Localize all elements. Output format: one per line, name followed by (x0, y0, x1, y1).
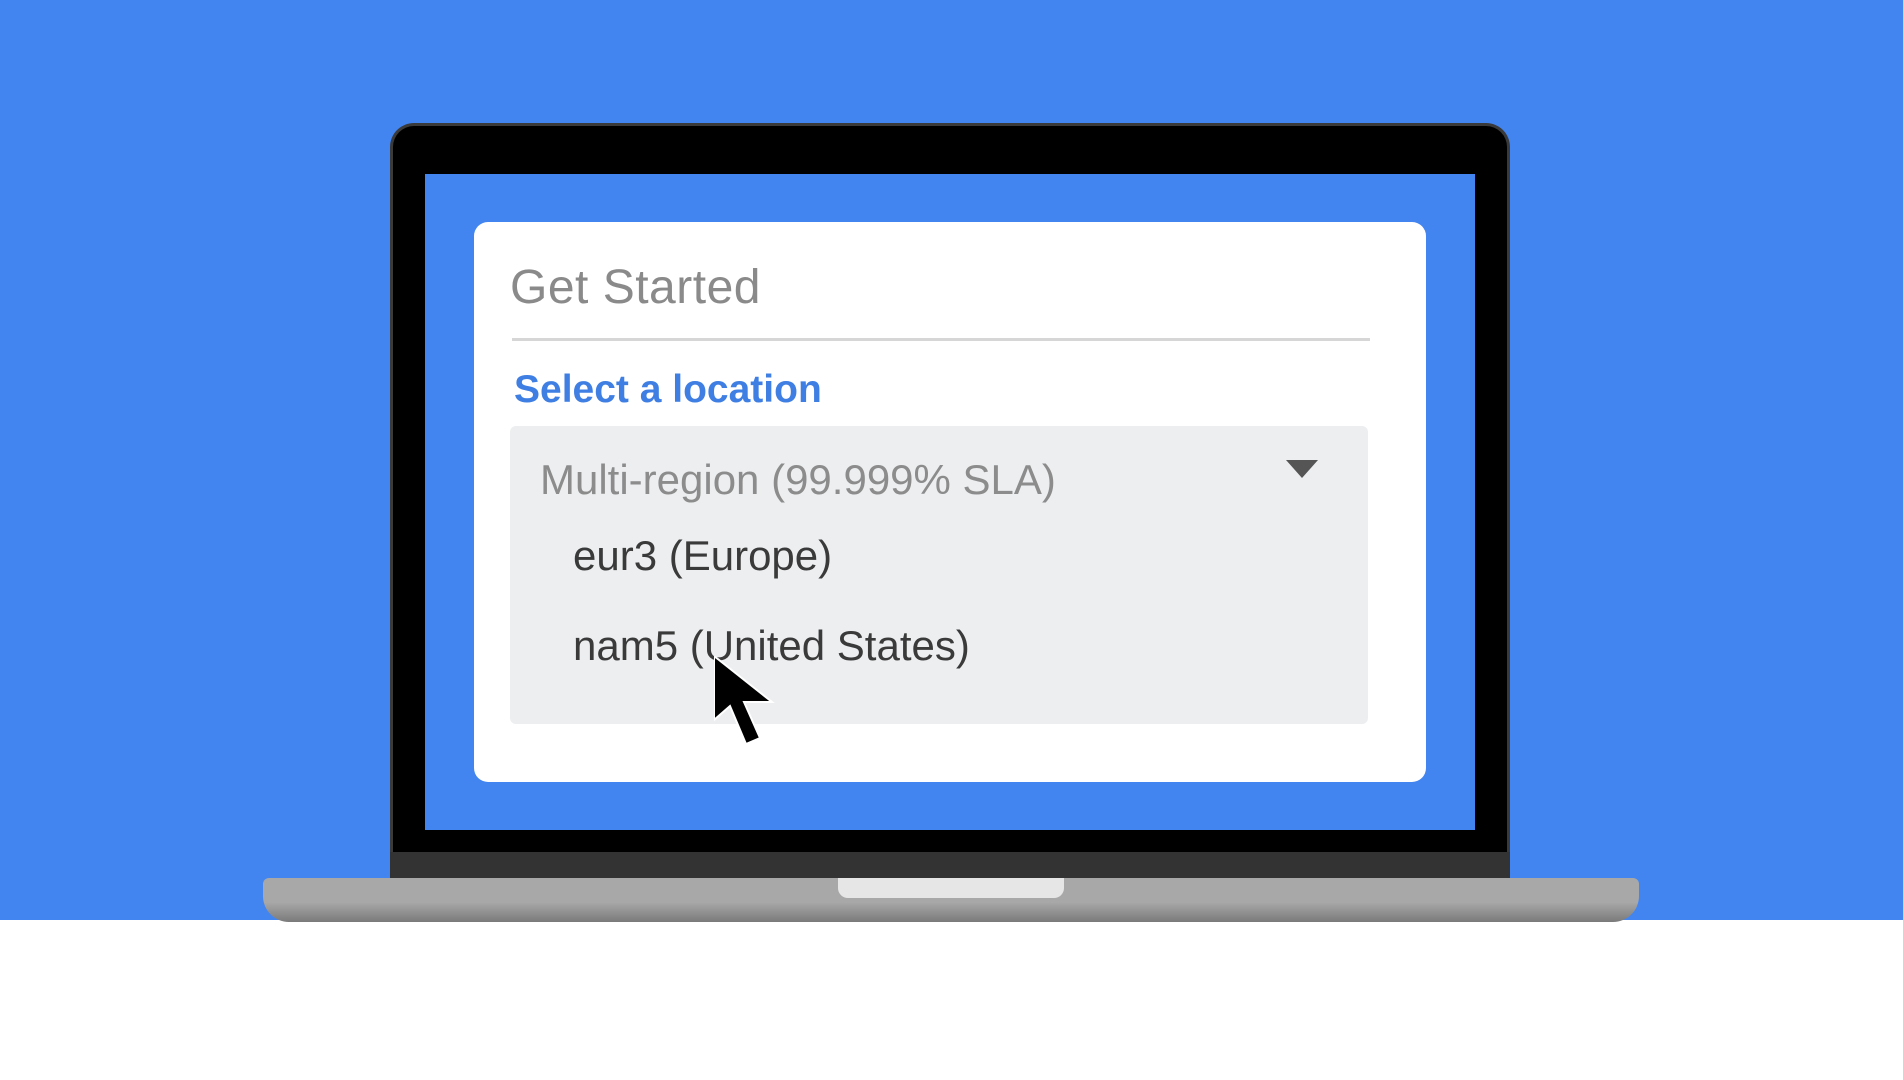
dialog-title: Get Started (510, 261, 761, 314)
location-section-label: Select a location (514, 368, 822, 411)
dropdown-selected-value[interactable]: Multi-region (99.999% SLA) (540, 456, 1056, 504)
laptop-hinge (390, 852, 1510, 878)
title-divider (512, 338, 1370, 341)
get-started-dialog: Get Started Select a location Multi-regi… (474, 222, 1426, 782)
mouse-cursor-icon (714, 656, 775, 746)
caret-down-icon[interactable] (1286, 460, 1318, 478)
location-dropdown[interactable]: Multi-region (99.999% SLA) eur3 (Europe)… (510, 426, 1368, 724)
dropdown-option-eur3[interactable]: eur3 (Europe) (573, 532, 832, 580)
background-white (0, 920, 1903, 1080)
laptop-notch (838, 878, 1064, 898)
